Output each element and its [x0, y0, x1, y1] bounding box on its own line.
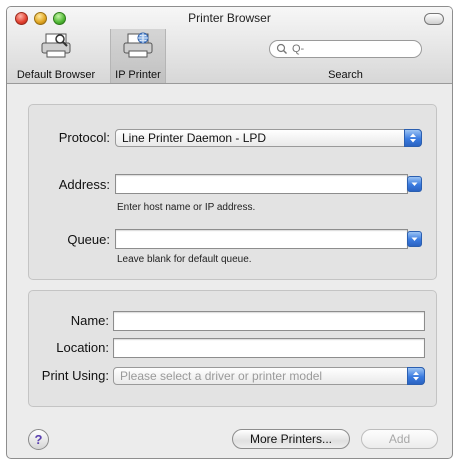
printer-details-group: Name: Location: Print Using: Please sele… — [28, 290, 437, 407]
default-browser-tab[interactable]: Default Browser — [7, 29, 105, 83]
address-dropdown-button[interactable] — [407, 176, 422, 192]
add-button[interactable]: Add — [361, 429, 438, 449]
default-browser-printer-icon — [41, 33, 71, 58]
title-toolbar: Printer Browser Default Browser IP Print… — [7, 7, 452, 84]
search-input[interactable] — [269, 40, 422, 58]
location-input[interactable] — [113, 338, 425, 358]
more-printers-button[interactable]: More Printers... — [232, 429, 350, 449]
protocol-popup[interactable]: Line Printer Daemon - LPD — [115, 129, 422, 147]
ip-printer-icon — [123, 32, 153, 58]
address-hint: Enter host name or IP address. — [117, 202, 256, 213]
default-browser-label: Default Browser — [16, 69, 96, 81]
queue-label: Queue: — [67, 232, 110, 247]
name-input[interactable] — [113, 311, 425, 331]
protocol-value: Line Printer Daemon - LPD — [122, 131, 267, 145]
print-using-label: Print Using: — [41, 368, 109, 383]
connection-group: Protocol: Line Printer Daemon - LPD Addr… — [28, 104, 437, 280]
ip-printer-tab[interactable]: IP Printer — [110, 29, 166, 83]
protocol-label: Protocol: — [58, 130, 110, 145]
search-label: Search — [328, 69, 363, 81]
queue-hint: Leave blank for default queue. — [117, 254, 252, 265]
help-button[interactable]: ? — [28, 429, 49, 450]
search-field-wrap — [269, 40, 422, 60]
window-title: Printer Browser — [188, 11, 271, 25]
popup-arrows-icon — [404, 129, 422, 147]
popup-arrows-icon — [407, 367, 425, 385]
location-label: Location: — [56, 340, 109, 355]
queue-input[interactable] — [115, 229, 408, 249]
queue-dropdown-button[interactable] — [407, 231, 422, 247]
toolbar-toggle-button[interactable] — [424, 13, 444, 25]
address-input[interactable] — [115, 174, 408, 194]
search-icon — [276, 43, 287, 54]
ip-printer-label: IP Printer — [115, 69, 161, 81]
printer-browser-window: Printer Browser Default Browser IP Print… — [6, 6, 453, 459]
name-label: Name: — [70, 313, 109, 328]
print-using-value: Please select a driver or printer model — [120, 369, 323, 383]
print-using-popup[interactable]: Please select a driver or printer model — [113, 367, 425, 385]
address-label: Address: — [58, 177, 110, 192]
